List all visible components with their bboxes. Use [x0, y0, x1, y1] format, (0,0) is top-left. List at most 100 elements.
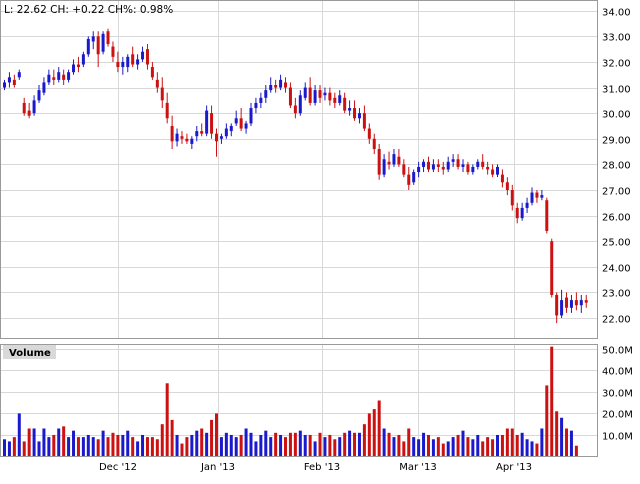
price-candle: [525, 197, 529, 214]
candle-body: [96, 36, 100, 55]
candle-body: [229, 125, 233, 132]
price-candle: [27, 102, 31, 119]
volume-bar: [239, 434, 243, 457]
volume-bar: [397, 434, 401, 457]
candle-body: [121, 61, 125, 68]
volume-bar: [274, 432, 278, 457]
candle-body: [486, 166, 490, 170]
volume-bar: [170, 419, 174, 457]
candle-body: [392, 154, 396, 165]
candle-body: [387, 161, 391, 165]
volume-bar: [150, 437, 154, 457]
volume-bar: [436, 437, 440, 457]
volume-bar: [471, 439, 475, 457]
volume-bar: [520, 432, 524, 457]
price-candle: [200, 123, 204, 137]
price-candle: [150, 61, 154, 80]
candle-body: [86, 38, 90, 55]
candle-body: [456, 159, 460, 167]
price-candle: [259, 92, 263, 109]
volume-bar: [328, 434, 332, 457]
candle-body: [279, 79, 283, 88]
price-candle: [377, 143, 381, 180]
volume-bar: [96, 439, 100, 457]
volume-bar: [180, 443, 184, 457]
volume-bar: [412, 437, 416, 457]
volume-bar: [338, 437, 342, 457]
chart-canvas: 22.00 23.00 24.00 25.00 26.00 27.00 28.00 29.00…: [0, 0, 633, 473]
volume-bar: [155, 439, 159, 457]
price-candle: [584, 294, 588, 308]
volume-bar: [535, 443, 539, 457]
price-candle: [47, 69, 51, 85]
candle-body: [244, 123, 248, 129]
volume-bar: [441, 443, 445, 457]
price-candle: [254, 97, 258, 114]
price-candle: [42, 77, 46, 96]
candle-body: [323, 92, 327, 96]
candle-body: [195, 131, 199, 137]
volume-axis-tick-label: 10.0M: [602, 432, 633, 443]
volume-bar: [367, 413, 371, 457]
candle-body: [155, 79, 159, 88]
candle-body: [136, 59, 140, 65]
price-axis-tick-label: 33.00: [602, 33, 631, 44]
price-candle: [476, 159, 480, 170]
volume-bar: [293, 432, 297, 457]
volume-bar: [298, 430, 302, 457]
volume-axis-tick-label: 20.0M: [602, 410, 633, 421]
volume-bar: [22, 441, 26, 457]
candle-body: [42, 82, 46, 93]
candle-body: [313, 90, 317, 103]
volume-bar: [200, 428, 204, 457]
candle-body: [101, 33, 105, 52]
price-axis-tick-label: 29.00: [602, 136, 631, 147]
candle-body: [357, 113, 361, 119]
price-candle: [180, 131, 184, 144]
price-axis-tick-label: 31.00: [602, 85, 631, 96]
candle-body: [205, 110, 209, 134]
candle-body: [377, 149, 381, 175]
volume-bar: [446, 441, 450, 457]
candle-body: [491, 169, 495, 175]
volume-axis-tick-label: 40.0M: [602, 367, 633, 378]
candle-body: [234, 118, 238, 124]
volume-bar: [303, 434, 307, 457]
volume-bar: [7, 441, 11, 457]
price-candle: [284, 77, 288, 93]
price-candle: [328, 87, 332, 106]
candle-body: [47, 74, 51, 83]
price-candle: [515, 202, 519, 224]
stock-chart: 22.00 23.00 24.00 25.00 26.00 27.00 28.00 29.00…: [0, 0, 640, 480]
price-candle: [422, 159, 426, 173]
volume-bar: [47, 437, 51, 457]
candle-body: [165, 102, 169, 119]
candle-body: [382, 159, 386, 175]
candle-body: [515, 207, 519, 219]
volume-bar: [343, 432, 347, 457]
candle-body: [81, 54, 85, 65]
candle-body: [190, 138, 194, 144]
price-candle: [7, 72, 11, 88]
candle-body: [407, 174, 411, 185]
price-axis-tick-label: 27.00: [602, 187, 631, 198]
volume-bar: [234, 437, 238, 457]
price-candle: [338, 90, 342, 106]
volume-bar: [57, 428, 61, 457]
price-candle: [441, 161, 445, 175]
candle-body: [333, 97, 337, 103]
price-candle: [293, 97, 297, 119]
candle-body: [545, 200, 549, 231]
price-candle: [37, 85, 41, 103]
price-candle: [436, 159, 440, 173]
price-candle: [81, 51, 85, 68]
volume-bar: [37, 441, 41, 457]
price-candle: [244, 120, 248, 134]
price-candle: [121, 56, 125, 75]
price-candle: [505, 177, 509, 196]
volume-bar: [214, 413, 218, 457]
volume-bar: [313, 441, 317, 457]
price-candle: [86, 36, 90, 57]
candle-body: [555, 294, 559, 316]
price-candle: [185, 133, 189, 144]
